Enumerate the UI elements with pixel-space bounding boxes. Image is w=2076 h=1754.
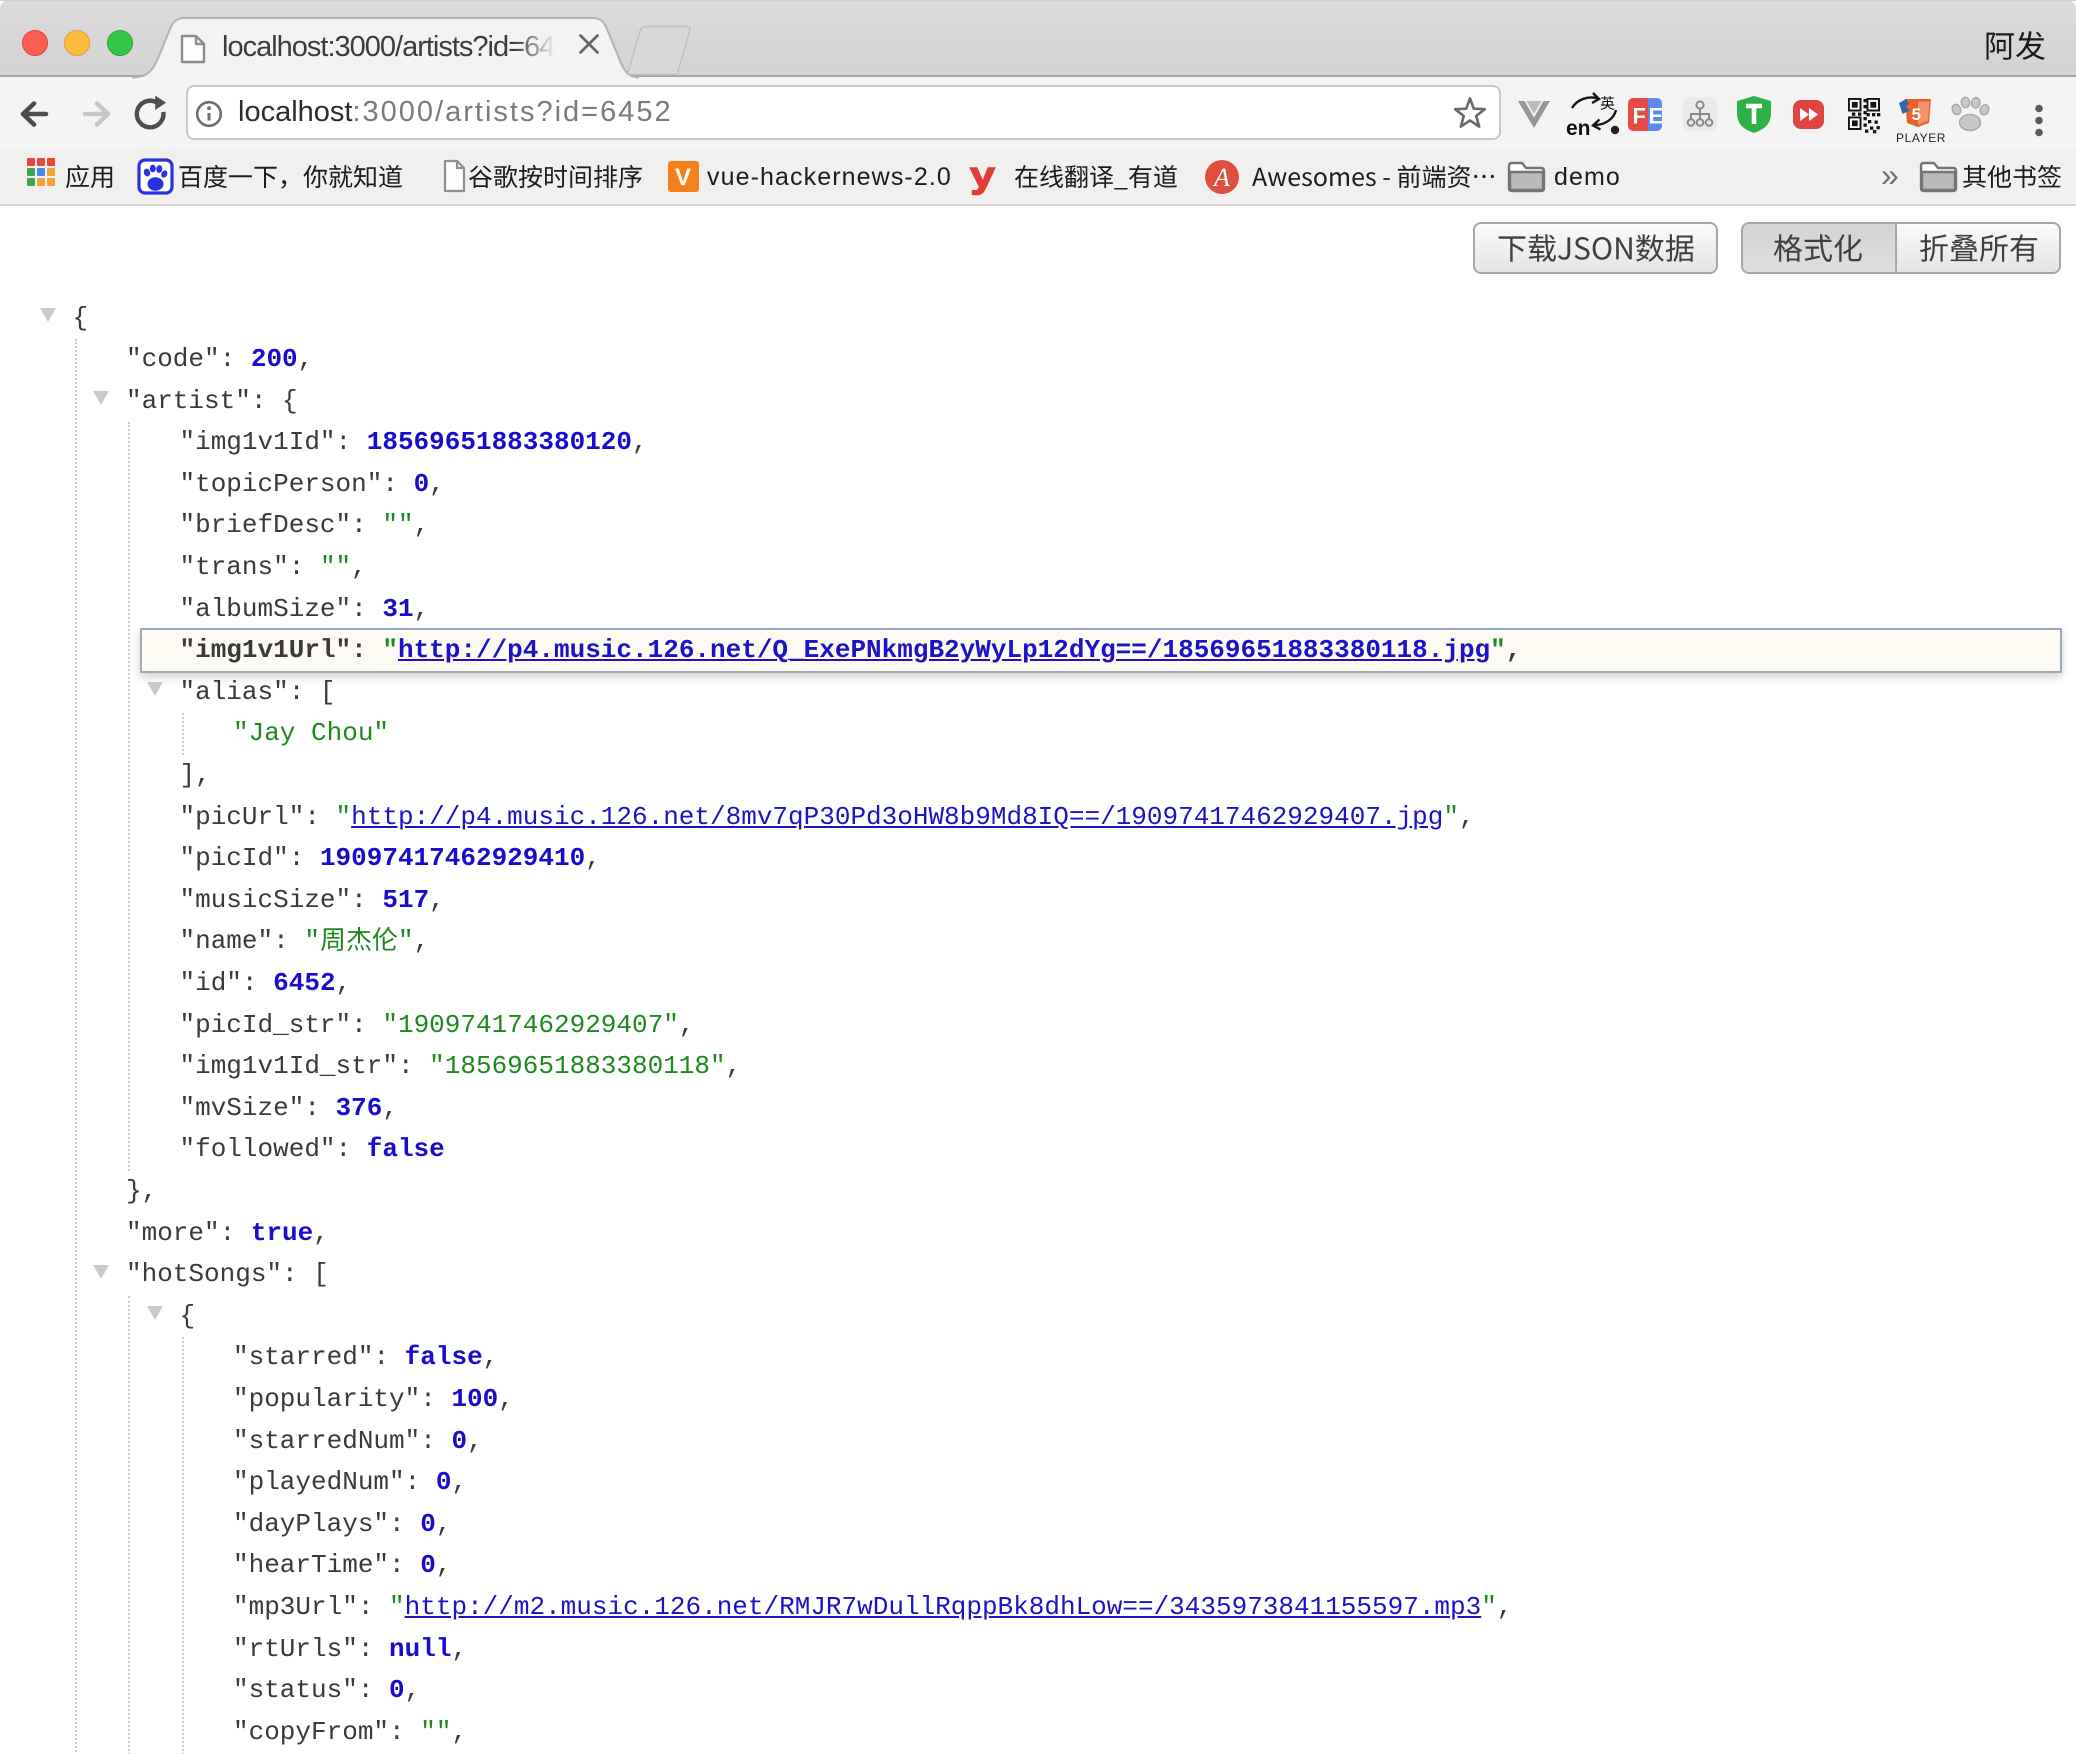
svg-text:V: V	[675, 164, 691, 191]
svg-text:»: »	[1881, 157, 1899, 193]
svg-text:A: A	[1212, 163, 1230, 192]
svg-text:y: y	[970, 157, 995, 198]
